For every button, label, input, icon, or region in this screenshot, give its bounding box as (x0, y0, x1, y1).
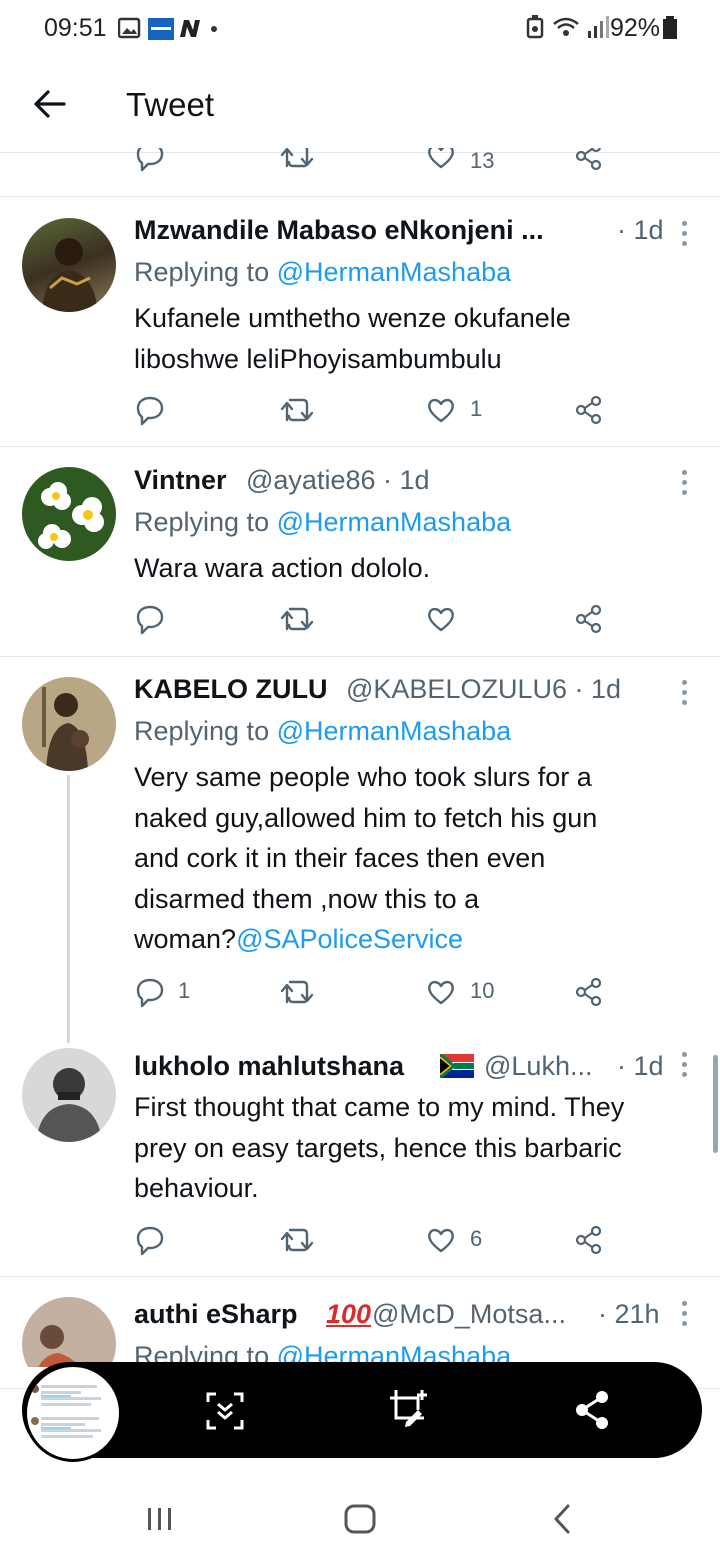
mention-link[interactable]: @HermanMashaba (277, 507, 512, 537)
author-handle[interactable]: @KABELOZULU6 · 1d (346, 674, 621, 705)
screenshot-thumbnail[interactable] (24, 1364, 122, 1462)
previous-tweet-actions: 13 (130, 148, 610, 176)
mention-link[interactable]: @HermanMashaba (277, 257, 512, 287)
author-name[interactable]: KABELO ZULU (134, 674, 327, 705)
notification-icons (118, 17, 217, 40)
app-header: Tweet (0, 56, 720, 152)
replying-to: Replying to @HermanMashaba (134, 716, 512, 746)
author-handle[interactable]: @ayatie86 · 1d (246, 465, 430, 496)
more-icon[interactable] (682, 221, 688, 251)
scrollbar[interactable] (713, 1055, 718, 1153)
avatar[interactable] (22, 467, 116, 561)
like-icon[interactable] (426, 1224, 456, 1256)
like-count: 6 (470, 1226, 483, 1251)
back-nav-icon[interactable] (552, 1504, 572, 1534)
like-count: 10 (470, 978, 495, 1003)
avatar[interactable] (22, 218, 116, 312)
tweet-actions: 1 10 (130, 976, 610, 1012)
author-name[interactable]: Mzwandile Mabaso eNkonjeni ... (134, 215, 544, 246)
share-icon[interactable] (574, 1224, 604, 1256)
tweet-actions: 6 (130, 1224, 610, 1260)
author-handle[interactable]: @McD_Motsa... (372, 1299, 566, 1330)
tweet-divider (0, 656, 720, 657)
status-bar: 09:51 92% (0, 0, 720, 56)
reply-icon[interactable] (134, 976, 166, 1008)
thread-line (67, 775, 70, 1043)
tweet-divider (0, 196, 720, 197)
signal-wifi-icons (526, 15, 609, 39)
like-icon[interactable] (426, 976, 456, 1008)
edit-screenshot-icon[interactable] (388, 1388, 430, 1430)
like-icon[interactable] (426, 148, 456, 172)
retweet-icon[interactable] (280, 394, 314, 426)
retweet-icon[interactable] (280, 148, 314, 172)
tweet-time: · 1d (617, 1051, 664, 1081)
reply-icon[interactable] (134, 394, 166, 426)
share-icon[interactable] (574, 976, 604, 1008)
author-handle[interactable]: @Lukh... (484, 1051, 592, 1082)
recent-apps-icon[interactable] (146, 1506, 174, 1532)
avatar[interactable] (22, 1048, 116, 1142)
battery-percentage: 92% (609, 14, 660, 42)
share-icon[interactable] (574, 394, 604, 426)
replying-to: Replying to @HermanMashaba (134, 507, 512, 537)
share-icon[interactable] (574, 603, 604, 635)
more-icon[interactable] (682, 1301, 688, 1331)
page-title: Tweet (126, 86, 215, 123)
scroll-capture-icon[interactable] (206, 1392, 244, 1430)
screenshot-toolbar (22, 1362, 702, 1462)
tweet-item[interactable]: authi eSharp 100 @McD_Motsa... · 21h Rep… (0, 1277, 720, 1367)
navigation-bar (0, 1470, 720, 1560)
tweet-time: · 21h (598, 1299, 660, 1329)
retweet-icon[interactable] (280, 1224, 314, 1256)
tweet-actions: 1 (130, 394, 610, 430)
like-icon[interactable] (426, 394, 456, 426)
avatar[interactable] (22, 1297, 116, 1367)
reply-count: 1 (178, 978, 191, 1003)
like-icon[interactable] (426, 603, 456, 635)
author-name[interactable]: authi eSharp (134, 1299, 298, 1330)
more-icon[interactable] (682, 680, 688, 710)
author-name[interactable]: Vintner (134, 465, 227, 496)
like-count: 1 (470, 396, 483, 421)
reply-icon[interactable] (134, 148, 166, 172)
status-time: 09:51 (44, 14, 107, 42)
share-icon[interactable] (574, 148, 604, 172)
home-icon[interactable] (344, 1504, 376, 1534)
reply-icon[interactable] (134, 1224, 166, 1256)
author-name[interactable]: lukholo mahlutshana (134, 1051, 404, 1082)
tweet-text: Wara wara action dololo. (134, 553, 431, 583)
retweet-icon[interactable] (280, 603, 314, 635)
tweet-divider (0, 446, 720, 447)
tweet-text: Very same people who took slurs for a na… (134, 762, 598, 954)
share-screenshot-icon[interactable] (574, 1390, 610, 1430)
tweet-text: First thought that came to my mind. They… (134, 1092, 625, 1203)
more-icon[interactable] (682, 470, 688, 500)
more-icon[interactable] (682, 1052, 688, 1082)
mention-link[interactable]: @SAPoliceService (236, 924, 463, 954)
avatar[interactable] (22, 677, 116, 771)
reply-icon[interactable] (134, 603, 166, 635)
mention-link[interactable]: @HermanMashaba (277, 716, 512, 746)
like-count: 13 (470, 148, 495, 173)
tweet-time: · 1d (617, 215, 664, 245)
tweet-actions (130, 603, 610, 639)
south-africa-flag-icon (440, 1054, 474, 1078)
battery-icon (663, 16, 677, 39)
tweet-text: Kufanele umthetho wenze okufanele liboshw… (134, 303, 571, 374)
back-arrow-icon[interactable] (32, 88, 68, 120)
replying-to: Replying to @HermanMashaba (134, 257, 512, 287)
retweet-icon[interactable] (280, 976, 314, 1008)
hundred-points-icon: 100 (326, 1299, 372, 1329)
